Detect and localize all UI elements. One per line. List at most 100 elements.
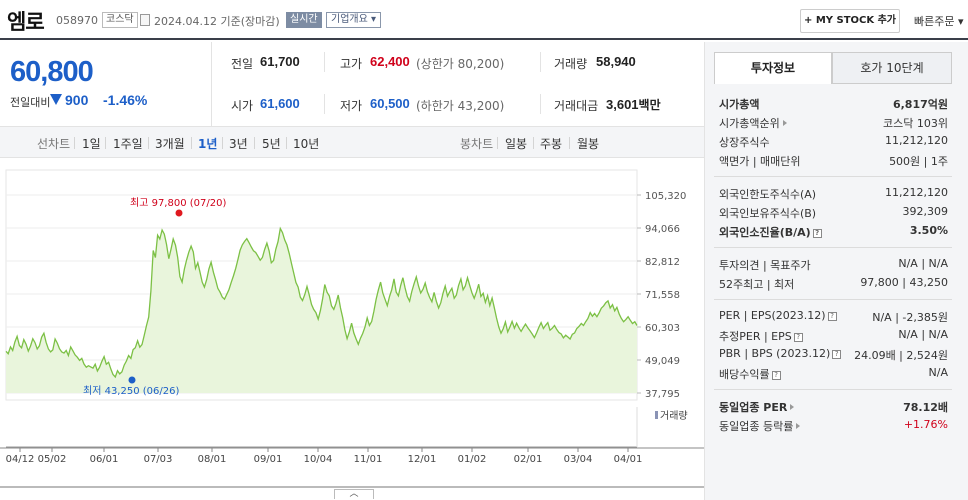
foreign-hold-value: 392,309 <box>902 205 949 218</box>
realtime-button[interactable]: 실시간 <box>286 12 322 28</box>
low-label: 저가 <box>340 99 363 113</box>
divider <box>569 137 570 149</box>
divider <box>254 137 255 149</box>
open-label: 시가 <box>231 99 254 113</box>
x-tick-label: 03/04 <box>564 454 593 465</box>
candle-daily[interactable]: 일봉 <box>505 135 527 152</box>
calendar-icon <box>140 14 150 26</box>
help-icon[interactable]: ? <box>771 371 781 380</box>
divider <box>148 137 149 149</box>
low-label: 최저 43,250 (06/26) <box>83 385 179 397</box>
period-1d[interactable]: 1일 <box>82 135 101 152</box>
period-1y[interactable]: 1년 <box>198 135 217 152</box>
divider <box>191 137 192 149</box>
x-tick-label: 12/01 <box>408 454 437 465</box>
foreign-ratio-value: 3.50% <box>909 224 948 237</box>
quick-order-link[interactable]: 빠른주문 ▾ <box>914 13 964 29</box>
est-per-value: N/A | N/A <box>898 328 948 341</box>
change-value: 900 <box>65 92 89 108</box>
volume-label: 거래량 <box>554 57 588 71</box>
current-price: 60,800 <box>10 56 94 88</box>
x-tick-label: 08/01 <box>198 454 227 465</box>
market-cap-rank-label[interactable]: 시가총액순위 <box>719 115 787 131</box>
divider <box>714 176 952 177</box>
divider <box>222 137 223 149</box>
opinion-label: 투자의견 | 목표주가 <box>719 259 811 272</box>
company-overview-button[interactable]: 기업개요 ▾ <box>326 12 382 28</box>
period-3y[interactable]: 3년 <box>229 135 248 152</box>
market-cap-label: 시가총액 <box>719 98 760 111</box>
x-tick-label: 06/01 <box>90 454 119 465</box>
open-value: 61,600 <box>260 96 300 111</box>
sector-per-label[interactable]: 동일업종 PER <box>719 399 795 415</box>
x-tick-label: 01/02 <box>458 454 487 465</box>
stock-name: 엠로 <box>7 10 45 34</box>
high-label: 최고 97,800 (07/20) <box>130 197 226 209</box>
dividend-value: N/A <box>928 366 948 379</box>
par-unit-value: 500원 | 1주 <box>889 155 948 168</box>
divider <box>714 299 952 300</box>
period-10y[interactable]: 10년 <box>293 135 319 152</box>
candle-monthly[interactable]: 월봉 <box>577 135 599 152</box>
dividend-label: 배당수익률? <box>719 366 781 382</box>
period-1w[interactable]: 1주일 <box>113 135 143 152</box>
market-badge: 코스닥 <box>102 12 138 28</box>
x-tick-label: 04/01 <box>614 454 643 465</box>
divider <box>286 137 287 149</box>
per-value: N/A | -2,385원 <box>872 311 948 324</box>
candle-weekly[interactable]: 주봉 <box>540 135 562 152</box>
collapse-chart-button[interactable]: ︿ <box>334 489 374 499</box>
x-tick-label: 05/02 <box>38 454 67 465</box>
par-unit-label: 액면가 | 매매단위 <box>719 155 801 168</box>
y-tick-label: 105,320 <box>645 191 686 202</box>
x-tick-label: 02/01 <box>514 454 543 465</box>
stock-header: 엠로 058970 코스닥 2024.04.12 기준(장마감) 실시간 기업개… <box>0 0 968 40</box>
x-tick-label: 04/12 <box>6 454 35 465</box>
divider <box>540 52 541 72</box>
stock-code: 058970 <box>56 14 98 27</box>
x-tick-label: 10/04 <box>304 454 333 465</box>
volume-legend: 거래량 <box>660 410 688 422</box>
period-bar: 선차트 1일 1주일 3개월 1년 3년 5년 10년 봉차트 일봉 주봉 월봉 <box>0 126 704 158</box>
period-5y[interactable]: 5년 <box>262 135 281 152</box>
y-tick-label: 60,303 <box>645 323 680 334</box>
tab-investment-info[interactable]: 투자정보 <box>714 52 832 84</box>
down-arrow-icon <box>50 94 62 105</box>
sector-rate-label[interactable]: 동일업종 등락률 <box>719 418 801 434</box>
low-value: 60,500 <box>370 96 410 111</box>
change-label: 전일대비 <box>10 96 51 109</box>
y-tick-label: 94,066 <box>645 224 680 235</box>
y-tick-label: 37,795 <box>645 389 680 400</box>
foreign-limit-value: 11,212,120 <box>885 186 948 199</box>
divider <box>714 247 952 248</box>
tab-orderbook[interactable]: 호가 10단계 <box>832 52 952 84</box>
lower-limit: (하한가 43,200) <box>416 99 505 113</box>
arrow-right-icon <box>782 120 787 126</box>
listed-shares-value: 11,212,120 <box>885 134 948 147</box>
market-cap-value: 6,817억원 <box>892 98 948 111</box>
arrow-right-icon <box>790 404 795 410</box>
divider <box>497 137 498 149</box>
upper-limit: (상한가 80,200) <box>416 57 505 71</box>
add-mystock-button[interactable]: + MY STOCK 추가 <box>800 9 900 33</box>
y-tick-label: 71,558 <box>645 290 680 301</box>
y-tick-label: 82,812 <box>645 257 680 268</box>
amount-value: 3,601백만 <box>606 97 661 112</box>
high-label: 고가 <box>340 57 363 71</box>
divider <box>540 94 541 114</box>
divider <box>105 137 106 149</box>
sector-rate-value: +1.76% <box>903 418 948 431</box>
high-marker <box>175 209 183 217</box>
price-box: 60,800 전일대비 900 -1.46% <box>0 42 212 126</box>
divider <box>74 137 75 149</box>
change-percent: -1.46% <box>103 92 148 108</box>
volume-legend-swatch <box>655 411 658 419</box>
x-tick-label: 11/01 <box>354 454 383 465</box>
candle-chart-label: 봉차트 <box>460 137 494 151</box>
period-3m[interactable]: 3개월 <box>155 135 185 152</box>
y-tick-label: 49,049 <box>645 356 680 367</box>
market-cap-rank-value: 코스닥 103위 <box>883 117 948 130</box>
prev-close-label: 전일 <box>231 57 254 71</box>
price-chart[interactable]: 105,320 94,066 82,812 71,558 60,303 49,049 37,… <box>0 160 704 490</box>
week52-value: 97,800 | 43,250 <box>860 276 948 289</box>
